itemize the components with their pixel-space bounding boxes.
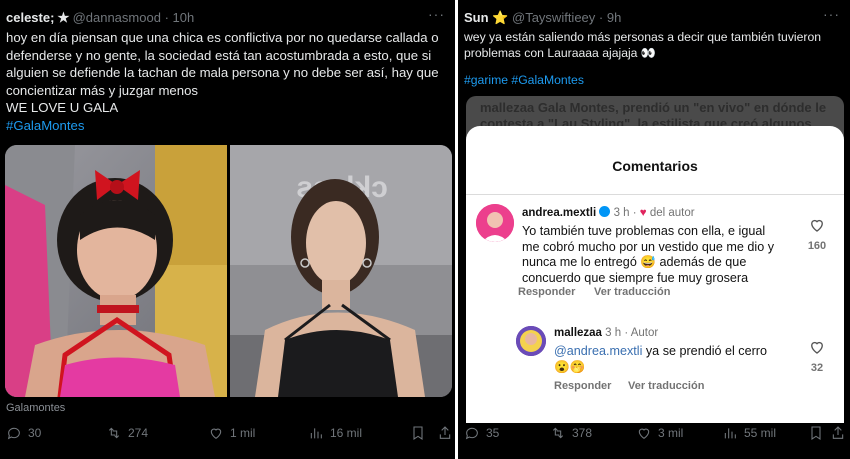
comment-meta: 3 h · Autor xyxy=(605,327,659,339)
views-icon xyxy=(724,428,736,439)
text-line: WE LOVE U GALA xyxy=(6,100,119,116)
views-button[interactable]: 16 mil xyxy=(308,425,362,441)
text-line: hoy en día piensan que una chica es conf… xyxy=(6,30,439,45)
text-line: problemas con Lauraaaa ajajaja 👀 xyxy=(464,46,657,60)
repost-icon xyxy=(552,427,564,439)
left-post-header: celeste; ✭ @dannasmood · 10h xyxy=(6,10,195,25)
comment-like-count: 160 xyxy=(807,240,827,252)
like-button[interactable]: 1 mil xyxy=(208,425,255,441)
comment-user[interactable]: andrea.mextli xyxy=(522,207,596,219)
like-count: 3 mil xyxy=(658,426,684,440)
right-post-text: wey ya están saliendo más personas a dec… xyxy=(464,29,844,61)
hashtag-link[interactable]: #GalaMontes xyxy=(511,73,584,87)
views-button[interactable]: 55 mil xyxy=(722,425,776,441)
share-button[interactable] xyxy=(830,425,846,441)
reply-button[interactable]: 30 xyxy=(6,425,41,441)
repost-button[interactable]: 378 xyxy=(550,425,592,441)
comment-line: Yo también tuve problemas con ella, e ig… xyxy=(522,224,766,238)
like-icon xyxy=(638,428,650,439)
repost-count: 274 xyxy=(128,426,149,440)
right-handle[interactable]: @Tayswiftieey xyxy=(512,10,595,25)
post-photo-right[interactable]: cklass xyxy=(230,145,452,397)
text-line: wey ya están saliendo más personas a dec… xyxy=(464,30,822,44)
text-line: alguien se defiende la tachan de mala pe… xyxy=(6,65,439,81)
left-display-name[interactable]: celeste; ✭ xyxy=(6,10,69,25)
translate-link[interactable]: Ver traducción xyxy=(628,380,704,392)
left-handle[interactable]: @dannasmood xyxy=(73,10,161,25)
mention-link[interactable]: @andrea.mextli xyxy=(554,344,642,358)
author-heart-icon: ♥ xyxy=(639,207,647,219)
bookmark-icon xyxy=(811,426,821,440)
right-hashtags: #garime #GalaMontes xyxy=(464,72,584,90)
reply-icon xyxy=(7,427,20,440)
left-post: celeste; ✭ @dannasmood · 10h ··· hoy en … xyxy=(0,0,455,459)
comment-line: me cobró mucho por un vestido que me dio… xyxy=(522,239,775,254)
bookmark-button[interactable] xyxy=(808,425,824,441)
share-button[interactable] xyxy=(437,425,453,441)
divider xyxy=(466,194,844,195)
verified-icon xyxy=(599,206,611,217)
share-icon xyxy=(439,426,451,439)
avatar[interactable] xyxy=(476,204,514,242)
comment-line: concuerdo que siempre fue muy grosera xyxy=(522,270,749,285)
bookmark-button[interactable] xyxy=(410,425,426,441)
right-action-bar: 35 378 3 mil 55 mil xyxy=(458,425,850,445)
views-count: 16 mil xyxy=(330,426,363,440)
left-action-bar: 30 274 1 mil 16 mil xyxy=(0,425,455,445)
photo-woman-black-top: cklass xyxy=(230,145,452,397)
right-post: Sun ⭐ @Tayswiftieey · 9h ··· wey ya está… xyxy=(458,0,850,459)
avatar-image xyxy=(516,326,546,356)
like-button[interactable]: 3 mil xyxy=(636,425,683,441)
heart-outline-icon[interactable] xyxy=(808,216,826,234)
text-line: concientizar más y juzgar menos xyxy=(6,82,199,98)
liked-by-author: del autor xyxy=(649,207,695,219)
comment-like-count: 32 xyxy=(810,362,824,374)
right-post-header: Sun ⭐ @Tayswiftieey · 9h xyxy=(464,10,622,25)
views-count: 55 mil xyxy=(744,426,777,440)
reply-count: 35 xyxy=(486,426,500,440)
heart-outline-icon[interactable] xyxy=(808,338,826,356)
comment-line: nunca me lo entregó 😅 además de que xyxy=(522,255,747,269)
reply-count: 30 xyxy=(28,426,42,440)
repost-icon xyxy=(108,427,120,439)
reply-button[interactable]: 35 xyxy=(464,425,499,441)
like-count: 1 mil xyxy=(230,426,256,440)
more-icon[interactable]: ··· xyxy=(428,6,445,22)
reply-icon xyxy=(465,427,478,440)
left-post-text: hoy en día piensan que una chica es conf… xyxy=(6,29,451,135)
views-icon xyxy=(310,428,322,439)
hashtag-link[interactable]: #garime xyxy=(464,73,508,87)
photo-woman-red-bow xyxy=(5,145,227,397)
comment-rest: ya se prendió el cerro xyxy=(642,344,767,358)
right-timestamp[interactable]: 9h xyxy=(607,10,621,25)
reply-link[interactable]: Responder xyxy=(554,380,611,392)
comments-sheet: Comentarios andrea.mextli 3 h · ♥ del au… xyxy=(466,126,844,423)
avatar-image xyxy=(476,204,514,242)
text-line: defenderse y no gente, la sociedad está … xyxy=(6,47,432,63)
share-icon xyxy=(832,426,844,439)
reply-link[interactable]: Responder xyxy=(518,286,575,298)
repost-button[interactable]: 274 xyxy=(106,425,148,441)
right-display-name[interactable]: Sun xyxy=(464,10,489,25)
comment-text: Yo también tuve problemas con ella, e ig… xyxy=(522,224,792,286)
image-source-label: Galamontes xyxy=(6,402,66,414)
left-timestamp[interactable]: 10h xyxy=(173,10,195,25)
comment-username: andrea.mextli 3 h · ♥ del autor xyxy=(522,206,695,219)
avatar[interactable] xyxy=(516,326,546,356)
translate-link[interactable]: Ver traducción xyxy=(594,286,670,298)
comments-title: Comentarios xyxy=(612,158,698,174)
comment-text: @andrea.mextli ya se prendió el cerro 😮🤭 xyxy=(554,344,794,375)
hashtag-link[interactable]: #GalaMontes xyxy=(6,117,451,135)
comment-username: mallezaa 3 h · Autor xyxy=(554,327,658,339)
quoted-line: mallezaa Gala Montes, prendió un "en viv… xyxy=(480,100,827,115)
like-icon xyxy=(210,428,222,439)
comment-meta: 3 h · xyxy=(613,207,637,219)
more-icon[interactable]: ··· xyxy=(823,6,840,22)
repost-count: 378 xyxy=(572,426,593,440)
comment-user[interactable]: mallezaa xyxy=(554,327,602,339)
comment-emojis: 😮🤭 xyxy=(554,359,586,374)
star-icon: ⭐ xyxy=(492,10,509,25)
post-photo-left[interactable] xyxy=(5,145,227,397)
bookmark-icon xyxy=(413,426,423,440)
